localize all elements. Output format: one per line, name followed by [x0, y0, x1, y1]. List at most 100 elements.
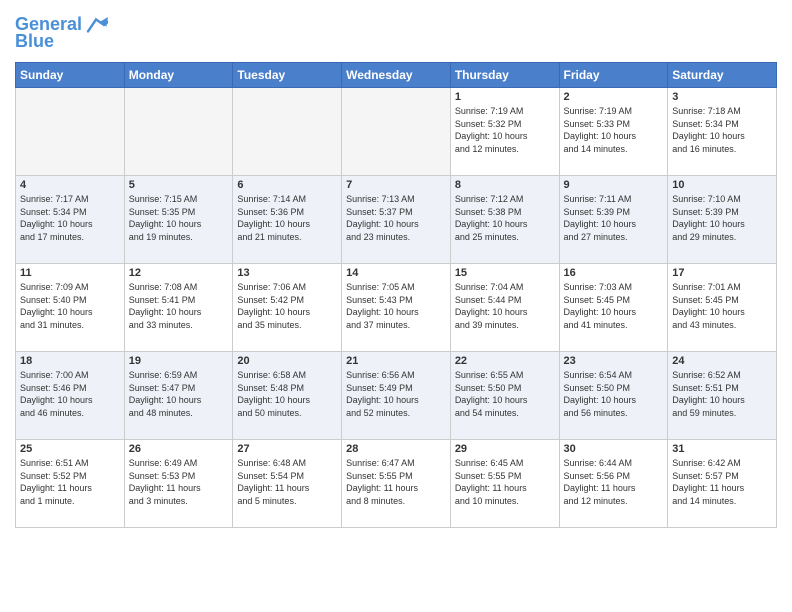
- header-saturday: Saturday: [668, 63, 777, 88]
- day-info: Sunrise: 6:47 AM Sunset: 5:55 PM Dayligh…: [346, 457, 446, 507]
- day-info: Sunrise: 6:51 AM Sunset: 5:52 PM Dayligh…: [20, 457, 120, 507]
- day-info: Sunrise: 6:58 AM Sunset: 5:48 PM Dayligh…: [237, 369, 337, 419]
- day-info: Sunrise: 7:03 AM Sunset: 5:45 PM Dayligh…: [564, 281, 664, 331]
- calendar-cell: 13 Sunrise: 7:06 AM Sunset: 5:42 PM Dayli…: [233, 264, 342, 352]
- week-row-5: 25 Sunrise: 6:51 AM Sunset: 5:52 PM Dayli…: [16, 440, 777, 528]
- day-info: Sunrise: 7:00 AM Sunset: 5:46 PM Dayligh…: [20, 369, 120, 419]
- calendar-cell: 10 Sunrise: 7:10 AM Sunset: 5:39 PM Dayli…: [668, 176, 777, 264]
- day-info: Sunrise: 7:04 AM Sunset: 5:44 PM Dayligh…: [455, 281, 555, 331]
- calendar-cell: 6 Sunrise: 7:14 AM Sunset: 5:36 PM Daylig…: [233, 176, 342, 264]
- calendar-cell: 27Sunrise: 6:48 AM Sunset: 5:54 PM Dayli…: [233, 440, 342, 528]
- day-number: 26: [129, 443, 229, 455]
- day-number: 29: [455, 443, 555, 455]
- day-info: Sunrise: 7:08 AM Sunset: 5:41 PM Dayligh…: [129, 281, 229, 331]
- day-number: 31: [672, 443, 772, 455]
- day-info: Sunrise: 6:45 AM Sunset: 5:55 PM Dayligh…: [455, 457, 555, 507]
- calendar-cell: [233, 88, 342, 176]
- day-info: Sunrise: 6:52 AM Sunset: 5:51 PM Dayligh…: [672, 369, 772, 419]
- day-number: 19: [129, 355, 229, 367]
- day-number: 1: [455, 91, 555, 103]
- calendar-cell: 18 Sunrise: 7:00 AM Sunset: 5:46 PM Dayli…: [16, 352, 125, 440]
- header-thursday: Thursday: [450, 63, 559, 88]
- day-number: 8: [455, 179, 555, 191]
- calendar-cell: 26 Sunrise: 6:49 AM Sunset: 5:53 PM Dayli…: [124, 440, 233, 528]
- day-number: 6: [237, 179, 337, 191]
- day-info: Sunrise: 6:48 AM Sunset: 5:54 PM Dayligh…: [237, 457, 337, 507]
- day-number: 24: [672, 355, 772, 367]
- header-sunday: Sunday: [16, 63, 125, 88]
- day-info: Sunrise: 6:44 AM Sunset: 5:56 PM Dayligh…: [564, 457, 664, 507]
- day-info: Sunrise: 7:09 AM Sunset: 5:40 PM Dayligh…: [20, 281, 120, 331]
- logo-icon: [84, 15, 108, 35]
- day-number: 2: [564, 91, 664, 103]
- logo: General Blue: [15, 15, 108, 52]
- day-number: 30: [564, 443, 664, 455]
- day-number: 7: [346, 179, 446, 191]
- header-monday: Monday: [124, 63, 233, 88]
- calendar-cell: 29 Sunrise: 6:45 AM Sunset: 5:55 PM Dayli…: [450, 440, 559, 528]
- week-row-3: 11 Sunrise: 7:09 AM Sunset: 5:40 PM Dayli…: [16, 264, 777, 352]
- calendar-cell: 23Sunrise: 6:54 AM Sunset: 5:50 PM Dayli…: [559, 352, 668, 440]
- calendar-cell: 4Sunrise: 7:17 AM Sunset: 5:34 PM Daylig…: [16, 176, 125, 264]
- day-number: 25: [20, 443, 120, 455]
- calendar-table: SundayMondayTuesdayWednesdayThursdayFrid…: [15, 62, 777, 528]
- day-number: 23: [564, 355, 664, 367]
- day-info: Sunrise: 7:11 AM Sunset: 5:39 PM Dayligh…: [564, 193, 664, 243]
- calendar-cell: 11 Sunrise: 7:09 AM Sunset: 5:40 PM Dayli…: [16, 264, 125, 352]
- day-info: Sunrise: 6:55 AM Sunset: 5:50 PM Dayligh…: [455, 369, 555, 419]
- day-info: Sunrise: 6:49 AM Sunset: 5:53 PM Dayligh…: [129, 457, 229, 507]
- calendar-cell: 17 Sunrise: 7:01 AM Sunset: 5:45 PM Dayli…: [668, 264, 777, 352]
- day-number: 12: [129, 267, 229, 279]
- calendar-cell: 14Sunrise: 7:05 AM Sunset: 5:43 PM Dayli…: [342, 264, 451, 352]
- calendar-cell: 5 Sunrise: 7:15 AM Sunset: 5:35 PM Daylig…: [124, 176, 233, 264]
- day-number: 17: [672, 267, 772, 279]
- calendar-body: 1 Sunrise: 7:19 AM Sunset: 5:32 PM Daylig…: [16, 88, 777, 528]
- day-info: Sunrise: 7:14 AM Sunset: 5:36 PM Dayligh…: [237, 193, 337, 243]
- day-info: Sunrise: 6:56 AM Sunset: 5:49 PM Dayligh…: [346, 369, 446, 419]
- calendar-cell: 8 Sunrise: 7:12 AM Sunset: 5:38 PM Daylig…: [450, 176, 559, 264]
- week-row-2: 4Sunrise: 7:17 AM Sunset: 5:34 PM Daylig…: [16, 176, 777, 264]
- calendar-cell: [342, 88, 451, 176]
- day-number: 9: [564, 179, 664, 191]
- day-info: Sunrise: 7:19 AM Sunset: 5:32 PM Dayligh…: [455, 105, 555, 155]
- week-row-1: 1 Sunrise: 7:19 AM Sunset: 5:32 PM Daylig…: [16, 88, 777, 176]
- day-number: 18: [20, 355, 120, 367]
- calendar-cell: 15Sunrise: 7:04 AM Sunset: 5:44 PM Dayli…: [450, 264, 559, 352]
- calendar-cell: 7 Sunrise: 7:13 AM Sunset: 5:37 PM Daylig…: [342, 176, 451, 264]
- header-friday: Friday: [559, 63, 668, 88]
- calendar-cell: 16 Sunrise: 7:03 AM Sunset: 5:45 PM Dayli…: [559, 264, 668, 352]
- calendar-cell: [16, 88, 125, 176]
- day-info: Sunrise: 7:13 AM Sunset: 5:37 PM Dayligh…: [346, 193, 446, 243]
- day-number: 3: [672, 91, 772, 103]
- day-number: 21: [346, 355, 446, 367]
- header-tuesday: Tuesday: [233, 63, 342, 88]
- day-info: Sunrise: 7:12 AM Sunset: 5:38 PM Dayligh…: [455, 193, 555, 243]
- day-number: 28: [346, 443, 446, 455]
- calendar-cell: 22Sunrise: 6:55 AM Sunset: 5:50 PM Dayli…: [450, 352, 559, 440]
- calendar-cell: [124, 88, 233, 176]
- calendar-cell: 12 Sunrise: 7:08 AM Sunset: 5:41 PM Dayli…: [124, 264, 233, 352]
- page-header: General Blue: [15, 15, 777, 52]
- calendar-cell: 21 Sunrise: 6:56 AM Sunset: 5:49 PM Dayli…: [342, 352, 451, 440]
- day-info: Sunrise: 7:06 AM Sunset: 5:42 PM Dayligh…: [237, 281, 337, 331]
- day-number: 5: [129, 179, 229, 191]
- calendar-cell: 30 Sunrise: 6:44 AM Sunset: 5:56 PM Dayli…: [559, 440, 668, 528]
- day-info: Sunrise: 7:19 AM Sunset: 5:33 PM Dayligh…: [564, 105, 664, 155]
- day-info: Sunrise: 7:10 AM Sunset: 5:39 PM Dayligh…: [672, 193, 772, 243]
- day-number: 10: [672, 179, 772, 191]
- calendar-cell: 9 Sunrise: 7:11 AM Sunset: 5:39 PM Daylig…: [559, 176, 668, 264]
- day-number: 13: [237, 267, 337, 279]
- calendar-cell: 24 Sunrise: 6:52 AM Sunset: 5:51 PM Dayli…: [668, 352, 777, 440]
- calendar-cell: 20Sunrise: 6:58 AM Sunset: 5:48 PM Dayli…: [233, 352, 342, 440]
- day-info: Sunrise: 6:59 AM Sunset: 5:47 PM Dayligh…: [129, 369, 229, 419]
- header-wednesday: Wednesday: [342, 63, 451, 88]
- day-number: 11: [20, 267, 120, 279]
- day-info: Sunrise: 7:15 AM Sunset: 5:35 PM Dayligh…: [129, 193, 229, 243]
- day-info: Sunrise: 7:05 AM Sunset: 5:43 PM Dayligh…: [346, 281, 446, 331]
- day-number: 16: [564, 267, 664, 279]
- day-info: Sunrise: 7:01 AM Sunset: 5:45 PM Dayligh…: [672, 281, 772, 331]
- week-row-4: 18 Sunrise: 7:00 AM Sunset: 5:46 PM Dayli…: [16, 352, 777, 440]
- day-info: Sunrise: 7:17 AM Sunset: 5:34 PM Dayligh…: [20, 193, 120, 243]
- calendar-cell: 2 Sunrise: 7:19 AM Sunset: 5:33 PM Daylig…: [559, 88, 668, 176]
- day-info: Sunrise: 6:42 AM Sunset: 5:57 PM Dayligh…: [672, 457, 772, 507]
